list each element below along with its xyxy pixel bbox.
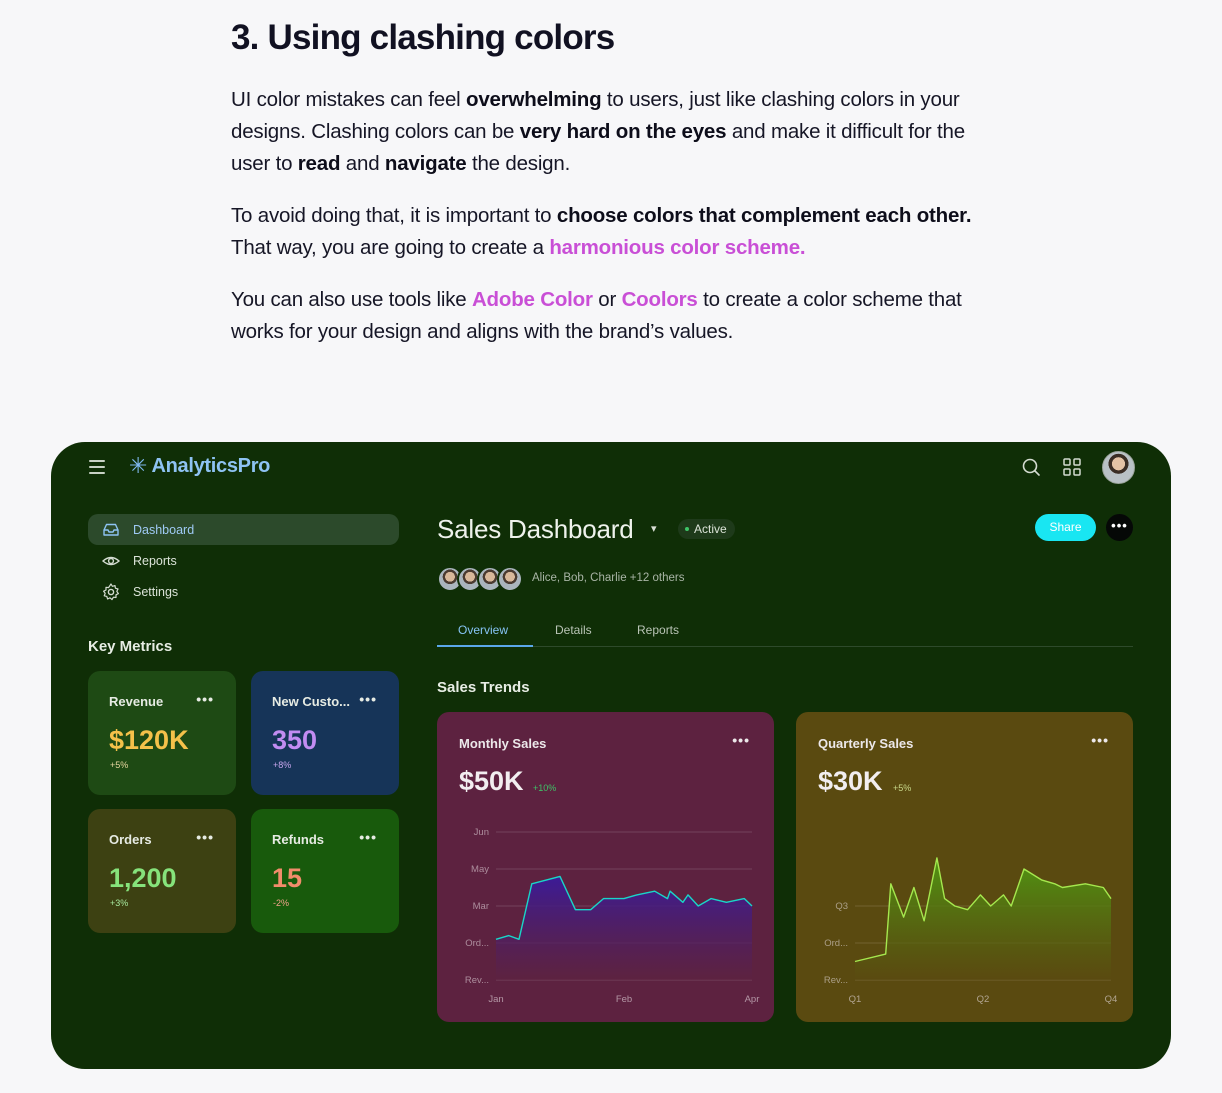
more-icon[interactable]: ••• — [196, 691, 214, 707]
p2-text-1: To avoid doing that, it is important to — [231, 204, 557, 227]
y-tick-label: Q3 — [835, 901, 848, 912]
metric-label: Revenue — [109, 694, 164, 709]
series-area — [855, 857, 1111, 980]
article: 3. Using clashing colors UI color mistak… — [231, 18, 991, 368]
eye-icon — [101, 556, 121, 565]
metric-delta: +3% — [110, 898, 129, 908]
section-heading: 3. Using clashing colors — [231, 18, 615, 57]
p2-text-2: That way, you are going to create a — [231, 236, 550, 259]
y-tick-label: Mar — [473, 901, 489, 912]
tab-overview[interactable]: Overview — [458, 623, 508, 637]
tab-reports[interactable]: Reports — [637, 623, 679, 637]
user-avatar[interactable] — [1102, 451, 1135, 484]
metric-card-refunds[interactable]: Refunds ••• 15 -2% — [251, 809, 399, 933]
sidebar-item-label: Reports — [133, 553, 177, 568]
metric-delta: +5% — [110, 760, 129, 770]
p3-text-2: or — [592, 288, 622, 311]
section-title: Sales Trends — [437, 679, 530, 696]
sidebar-item-dashboard[interactable]: Dashboard — [88, 514, 399, 545]
x-tick-label: Feb — [616, 994, 632, 1005]
metric-card-orders[interactable]: Orders ••• 1,200 +3% — [88, 809, 236, 933]
brand-name: AnalyticsPro — [151, 454, 271, 477]
metric-value: $120K — [109, 725, 189, 755]
y-tick-label: Ord... — [465, 938, 489, 949]
x-tick-label: Q2 — [977, 994, 990, 1005]
asterisk-icon: ✳ — [129, 453, 148, 478]
p1-text-5: the design. — [466, 152, 571, 175]
sidebar-item-reports[interactable]: Reports — [88, 545, 399, 576]
y-tick-label: May — [471, 864, 489, 875]
page-title: Sales Dashboard — [437, 514, 634, 544]
metric-value: 350 — [272, 725, 318, 755]
paragraph-2: To avoid doing that, it is important to … — [231, 200, 991, 264]
metric-value: 15 — [272, 863, 303, 893]
coolors-link[interactable]: Coolors — [622, 288, 698, 311]
more-icon[interactable]: ••• — [359, 691, 377, 707]
p1-bold-1: overwhelming — [466, 88, 602, 111]
more-icon[interactable]: ••• — [359, 829, 377, 845]
y-tick-label: Jun — [474, 827, 489, 838]
key-metrics-title: Key Metrics — [88, 638, 173, 655]
gear-icon — [103, 582, 119, 600]
paragraph-3: You can also use tools like Adobe Color … — [231, 284, 991, 348]
x-tick-label: Apr — [745, 994, 760, 1005]
more-icon[interactable]: ••• — [196, 829, 214, 845]
p2-bold-1: choose colors that complement each other… — [556, 204, 972, 227]
x-tick-label: Q1 — [849, 994, 862, 1005]
search-icon[interactable] — [1020, 456, 1042, 478]
dashboard-screenshot: ✳ AnalyticsPro Dashboard Reports Setting… — [51, 442, 1171, 1069]
p3-text-1: You can also use tools like — [231, 288, 472, 311]
p1-bold-4: navigate — [384, 152, 467, 175]
share-button[interactable]: Share — [1035, 514, 1096, 541]
brand[interactable]: ✳ AnalyticsPro — [129, 454, 270, 478]
monthly-sales-chart: Rev... Ord... Mar May Jun Jan Feb Apr — [465, 827, 760, 1005]
quarterly-sales-chart: Rev... Ord... Q3 Q1 Q2 Q4 — [824, 857, 1118, 1005]
p1-bold-2: very hard on the eyes — [519, 120, 727, 143]
series-area — [496, 876, 752, 980]
y-tick-label: Ord... — [824, 938, 848, 949]
status-badge: Active — [678, 519, 735, 539]
x-tick-label: Q4 — [1105, 994, 1118, 1005]
metric-label: Refunds — [272, 832, 324, 847]
sidebar-item-label: Dashboard — [133, 522, 195, 537]
metric-delta: -2% — [273, 898, 290, 908]
p1-text-1: UI color mistakes can feel — [231, 88, 466, 111]
inbox-icon — [103, 523, 119, 536]
tab-details[interactable]: Details — [555, 623, 592, 637]
metric-card-new-customers[interactable]: New Custo... ••• 350 +8% — [251, 671, 399, 795]
p1-bold-3: read — [297, 152, 341, 175]
collaborators-text: Alice, Bob, Charlie +12 others — [532, 572, 685, 584]
y-tick-label: Rev... — [465, 975, 489, 986]
metric-label: New Custo... — [272, 694, 351, 709]
y-tick-label: Rev... — [824, 975, 848, 986]
collaborator-avatars[interactable] — [437, 566, 523, 592]
hamburger-menu-icon[interactable] — [89, 460, 105, 474]
metric-label: Orders — [109, 832, 152, 847]
adobe-color-link[interactable]: Adobe Color — [472, 288, 593, 311]
metric-delta: +8% — [273, 760, 292, 770]
harmonious-color-scheme-link[interactable]: harmonious color scheme. — [549, 236, 805, 259]
avatar — [497, 566, 523, 592]
more-options-button[interactable]: ••• — [1106, 514, 1133, 541]
tab-active-indicator — [437, 645, 533, 647]
sidebar-item-label: Settings — [133, 584, 179, 599]
paragraph-1: UI color mistakes can feel overwhelming … — [231, 84, 991, 180]
grid-icon[interactable] — [1061, 456, 1083, 478]
quarterly-sales-card[interactable]: Quarterly Sales ••• $30K +5% Rev... Ord..… — [796, 712, 1133, 1022]
tab-divider — [437, 646, 1133, 647]
p1-text-4: and — [340, 152, 385, 175]
sidebar-item-settings[interactable]: Settings — [88, 576, 399, 607]
chevron-down-icon[interactable]: ▾ — [651, 522, 657, 535]
metric-value: 1,200 — [109, 863, 177, 893]
monthly-sales-card[interactable]: Monthly Sales ••• $50K +10% Rev... Ord...… — [437, 712, 774, 1022]
x-tick-label: Jan — [488, 994, 503, 1005]
metric-card-revenue[interactable]: Revenue ••• $120K +5% — [88, 671, 236, 795]
